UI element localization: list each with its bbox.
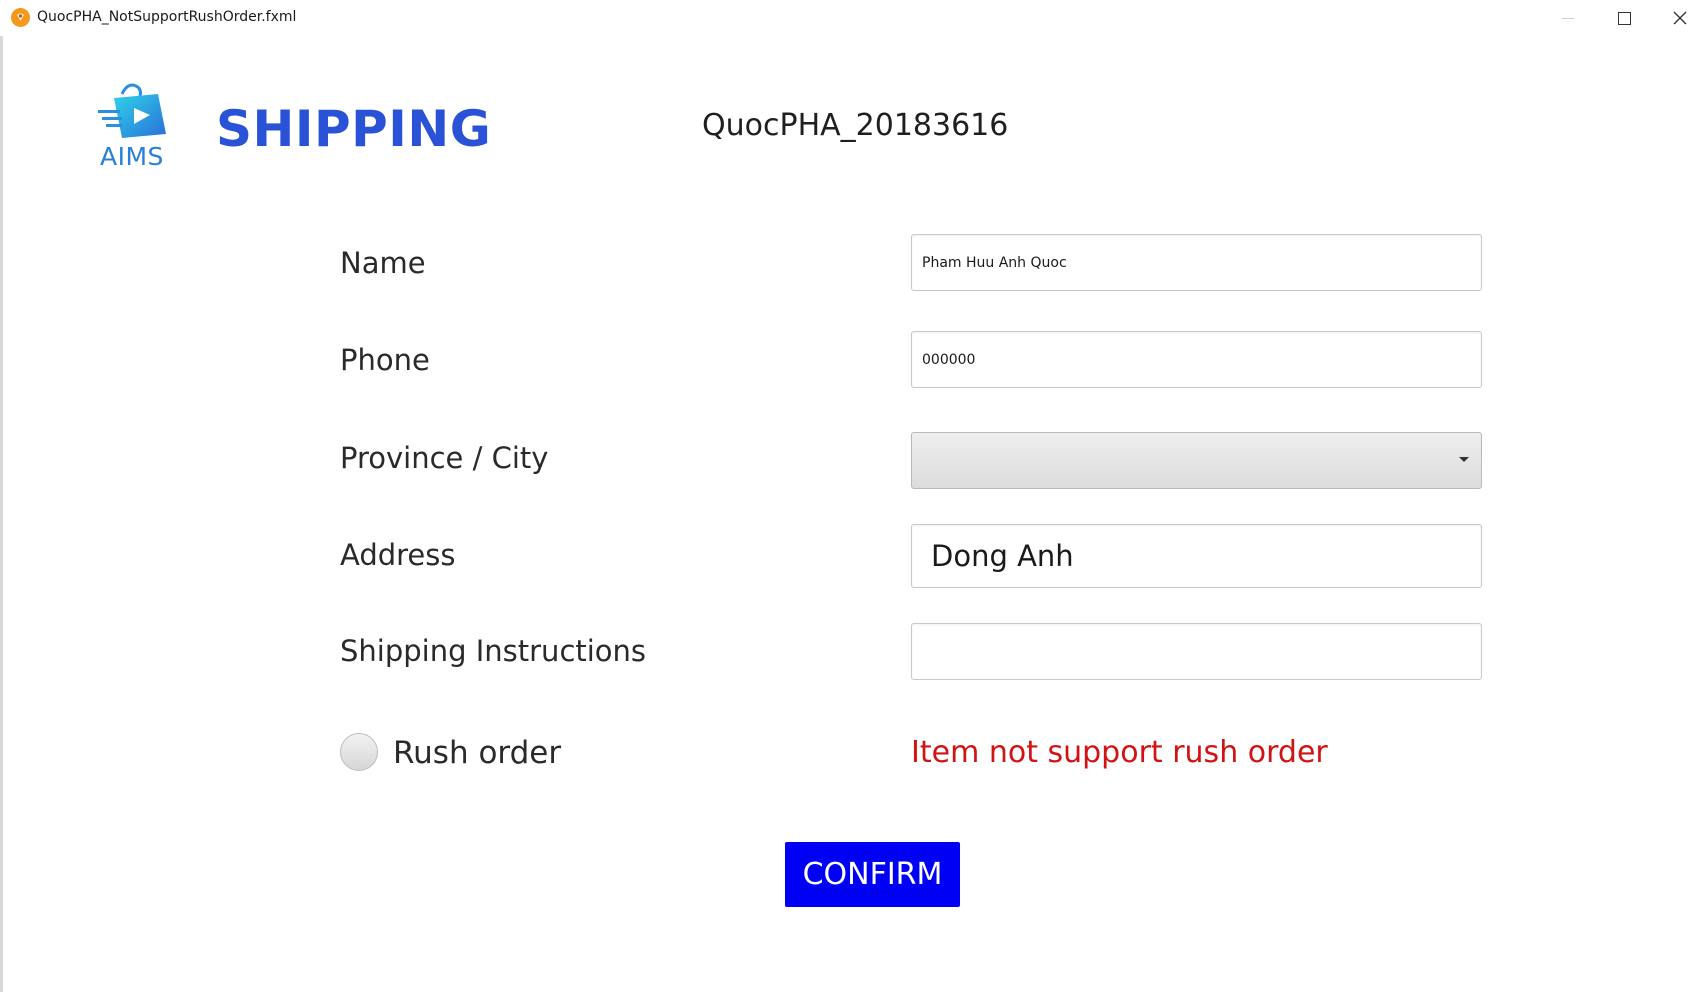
minimize-button[interactable] xyxy=(1540,0,1596,36)
rush-order-warning: Item not support rush order xyxy=(911,735,1328,770)
page-title: SHIPPING xyxy=(216,100,492,158)
window-title: QuocPHA_NotSupportRushOrder.fxml xyxy=(37,9,297,25)
maximize-button[interactable] xyxy=(1596,0,1652,36)
shipping-window: QuocPHA_NotSupportRushOrder.fxml AIMS SH… xyxy=(0,0,1707,992)
title-bar[interactable]: QuocPHA_NotSupportRushOrder.fxml xyxy=(0,0,1707,36)
shipping-instructions-label: Shipping Instructions xyxy=(340,634,647,668)
phone-label: Phone xyxy=(340,343,430,377)
chevron-down-icon xyxy=(1459,457,1469,462)
close-button[interactable] xyxy=(1652,0,1707,36)
student-id-label: QuocPHA_20183616 xyxy=(702,108,1009,143)
logo-text: AIMS xyxy=(100,142,164,171)
name-input[interactable] xyxy=(911,234,1482,291)
rush-order-radio[interactable] xyxy=(340,733,378,771)
address-label: Address xyxy=(340,538,456,572)
java-app-icon xyxy=(11,8,30,27)
name-label: Name xyxy=(340,246,426,280)
address-input[interactable] xyxy=(911,524,1482,588)
province-select[interactable] xyxy=(911,432,1482,489)
rush-order-label[interactable]: Rush order xyxy=(393,735,561,771)
phone-input[interactable] xyxy=(911,331,1482,388)
window-left-border xyxy=(0,0,3,992)
maximize-icon xyxy=(1618,12,1631,25)
province-label: Province / City xyxy=(340,441,549,475)
shipping-instructions-input[interactable] xyxy=(911,623,1482,680)
confirm-button[interactable]: CONFIRM xyxy=(785,842,960,907)
minimize-icon xyxy=(1562,18,1574,19)
